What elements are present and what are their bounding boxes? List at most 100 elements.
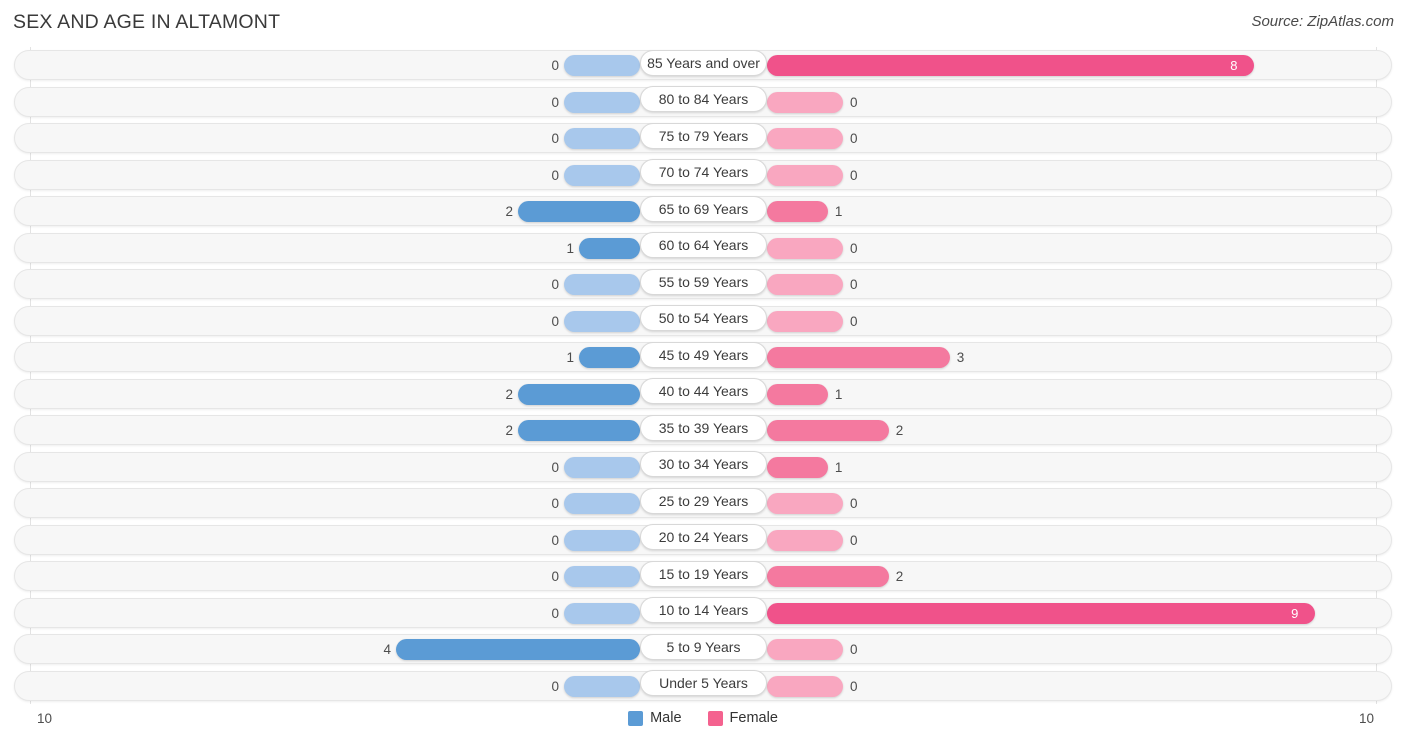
male-bar[interactable] — [564, 128, 640, 149]
female-value-label: 1 — [834, 459, 843, 475]
female-bar[interactable] — [767, 675, 843, 697]
male-value-label: 0 — [551, 131, 559, 146]
age-group-row: 2 1 65 to 69 Years — [0, 193, 1406, 230]
age-group-row: 0 0 55 to 59 Years — [0, 266, 1406, 303]
chart-footer: 10 Male Female 10 — [0, 704, 1406, 741]
female-bar[interactable] — [767, 91, 843, 113]
age-group-row: 4 0 5 to 9 Years — [0, 631, 1406, 668]
age-group-label: 55 to 59 Years — [640, 268, 767, 295]
male-bar[interactable] — [564, 566, 640, 587]
female-value-label: 8 — [1230, 58, 1238, 73]
age-group-row: 0 9 10 to 14 Years — [0, 595, 1406, 632]
female-bar[interactable] — [767, 310, 843, 332]
female-bar[interactable] — [767, 237, 843, 259]
age-group-row: 0 8 85 Years and over — [0, 47, 1406, 84]
female-value-label: 0 — [850, 277, 858, 292]
legend-item-female[interactable]: Female — [707, 710, 778, 726]
female-bar[interactable] — [767, 201, 828, 222]
female-value-label: 0 — [850, 678, 858, 694]
female-bar[interactable] — [767, 493, 843, 514]
female-value-label: 0 — [850, 532, 858, 548]
male-value-label: 2 — [505, 204, 513, 219]
age-group-row: 1 0 60 to 64 Years — [0, 230, 1406, 267]
axis-label-right: 10 — [1358, 711, 1374, 726]
legend-item-male[interactable]: Male — [628, 710, 682, 726]
male-color-swatch-icon — [628, 710, 644, 726]
male-bar[interactable] — [518, 383, 640, 405]
female-value-label: 0 — [850, 131, 858, 146]
female-bar[interactable] — [767, 55, 1255, 76]
male-value-label: 0 — [551, 94, 559, 110]
female-value-label: 0 — [850, 240, 858, 256]
male-bar[interactable] — [396, 639, 640, 660]
female-bar[interactable] — [767, 274, 843, 295]
age-group-label: 60 to 64 Years — [640, 232, 767, 258]
male-bar[interactable] — [579, 347, 640, 368]
male-bar[interactable] — [564, 91, 640, 113]
male-value-label: 1 — [566, 240, 574, 256]
age-group-row: 0 0 25 to 29 Years — [0, 485, 1406, 522]
female-bar[interactable] — [767, 566, 889, 587]
female-bar[interactable] — [767, 602, 1316, 624]
male-value-label: 0 — [551, 496, 559, 511]
chart-header: SEX AND AGE IN ALTAMONT Source: ZipAtlas… — [0, 0, 1406, 47]
female-bar[interactable] — [767, 383, 828, 405]
age-group-row: 0 0 50 to 54 Years — [0, 303, 1406, 340]
age-group-label: 45 to 49 Years — [640, 341, 767, 368]
age-group-label: 30 to 34 Years — [640, 451, 767, 477]
age-group-row: 1 3 45 to 49 Years — [0, 339, 1406, 376]
age-group-label: 20 to 24 Years — [640, 524, 767, 550]
chart-legend: Male Female — [0, 710, 1406, 726]
age-group-label: 50 to 54 Years — [640, 305, 767, 331]
female-value-label: 0 — [850, 642, 858, 657]
age-group-row: 0 0 70 to 74 Years — [0, 157, 1406, 194]
age-group-row: 0 0 80 to 84 Years — [0, 84, 1406, 121]
age-group-label: 25 to 29 Years — [640, 487, 767, 514]
female-value-label: 2 — [895, 569, 904, 584]
female-value-label: 9 — [1291, 605, 1299, 621]
female-color-swatch-icon — [707, 710, 723, 726]
male-bar[interactable] — [518, 420, 640, 441]
age-group-label: 80 to 84 Years — [640, 86, 767, 112]
female-bar[interactable] — [767, 347, 950, 368]
age-group-label: 85 Years and over — [640, 49, 767, 76]
male-bar[interactable] — [564, 310, 640, 332]
female-bar[interactable] — [767, 529, 843, 551]
age-group-label: 70 to 74 Years — [640, 159, 767, 185]
age-group-label: 40 to 44 Years — [640, 378, 767, 404]
male-value-label: 2 — [505, 386, 513, 402]
male-bar[interactable] — [564, 456, 640, 478]
male-bar[interactable] — [564, 675, 640, 697]
male-value-label: 0 — [551, 569, 559, 584]
age-group-row: 0 0 75 to 79 Years — [0, 120, 1406, 157]
age-group-row: 2 1 40 to 44 Years — [0, 376, 1406, 413]
female-value-label: 2 — [895, 423, 904, 438]
female-value-label: 0 — [850, 496, 858, 511]
age-group-row: 0 0 20 to 24 Years — [0, 522, 1406, 559]
female-bar[interactable] — [767, 420, 889, 441]
female-bar[interactable] — [767, 128, 843, 149]
age-group-label: 10 to 14 Years — [640, 597, 767, 623]
male-bar[interactable] — [564, 55, 640, 76]
female-value-label: 1 — [834, 386, 843, 402]
female-value-label: 0 — [850, 167, 858, 183]
male-bar[interactable] — [564, 493, 640, 514]
male-bar[interactable] — [564, 529, 640, 551]
male-value-label: 0 — [551, 605, 559, 621]
age-group-label: 65 to 69 Years — [640, 195, 767, 222]
female-bar[interactable] — [767, 639, 843, 660]
age-group-rows: 0 8 85 Years and over 0 0 80 to 84 Years 0 0 75 … — [0, 47, 1406, 704]
female-bar[interactable] — [767, 456, 828, 478]
male-bar[interactable] — [564, 274, 640, 295]
male-bar[interactable] — [579, 237, 640, 259]
source-attribution: Source: ZipAtlas.com — [1251, 13, 1394, 30]
male-bar[interactable] — [518, 201, 640, 222]
male-bar[interactable] — [564, 602, 640, 624]
male-value-label: 4 — [383, 642, 391, 657]
male-value-label: 0 — [551, 532, 559, 548]
male-bar[interactable] — [564, 164, 640, 186]
female-bar[interactable] — [767, 164, 843, 186]
chart-page: SEX AND AGE IN ALTAMONT Source: ZipAtlas… — [0, 0, 1406, 741]
age-group-label: 15 to 19 Years — [640, 560, 767, 587]
chart-plot-area: 0 8 85 Years and over 0 0 80 to 84 Years 0 0 75 … — [0, 47, 1406, 704]
